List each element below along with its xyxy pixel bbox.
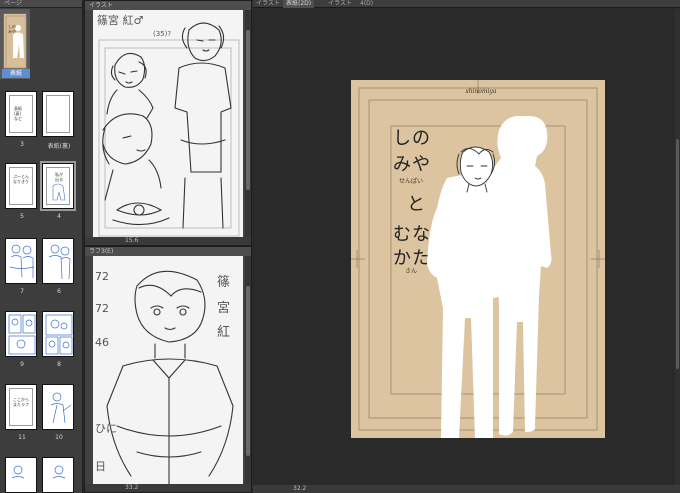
page-thumb-7[interactable] bbox=[5, 238, 37, 284]
page-list-tab[interactable]: ページ bbox=[0, 0, 82, 8]
tab-illust-2[interactable]: イラスト bbox=[325, 0, 355, 8]
svg-text:72: 72 bbox=[95, 302, 109, 315]
page-number: 9 bbox=[20, 361, 24, 368]
page-number: 10 bbox=[55, 434, 63, 441]
sub-view-bottom-scrollbar[interactable] bbox=[245, 256, 251, 484]
svg-text:日: 日 bbox=[95, 460, 106, 473]
page-list-panel[interactable]: ページ しの みや 表紙 表紙 (裏) など 3 表紙(裏) ぷーとん なりきり… bbox=[0, 0, 83, 493]
page-number: 6 bbox=[57, 288, 61, 295]
svg-text:篠: 篠 bbox=[217, 275, 230, 290]
spread-11-10[interactable]: ここから またラフ 11 10 bbox=[0, 381, 82, 446]
page-thumb-3[interactable]: 表紙 (裏) など bbox=[5, 91, 37, 137]
svg-text:ひに: ひに bbox=[95, 422, 117, 435]
svg-text:72: 72 bbox=[95, 270, 109, 283]
tab-page-4[interactable]: 4(D) bbox=[357, 0, 376, 8]
page-thumb-6[interactable] bbox=[42, 238, 74, 284]
page-thumb-12[interactable] bbox=[42, 457, 74, 493]
svg-text:篠宮 紅♂: 篠宮 紅♂ bbox=[97, 13, 143, 27]
cover-thumb-image: しの みや bbox=[3, 13, 27, 69]
page-thumb-4[interactable]: 私が 出る bbox=[42, 163, 74, 209]
figure-silhouettes bbox=[427, 116, 552, 438]
thumb-text-11: ここから またラフ bbox=[13, 397, 29, 407]
svg-text:みや: みや bbox=[8, 28, 16, 34]
app-window: ページ しの みや 表紙 表紙 (裏) など 3 表紙(裏) ぷーとん なりきり… bbox=[0, 0, 680, 493]
thumb-text-3: 表紙 (裏) など bbox=[14, 106, 22, 121]
page-thumb-8[interactable] bbox=[42, 311, 74, 357]
page-number: 8 bbox=[57, 361, 61, 368]
document-tabs: イラスト 表紙(2D) イラスト 4(D) bbox=[253, 0, 680, 8]
page-number: 表紙(裏) bbox=[47, 143, 71, 150]
thumb-text-5: ぷーとん なりきり bbox=[13, 174, 29, 184]
svg-text:紅: 紅 bbox=[217, 325, 230, 340]
character-sketch-top: 篠宮 紅♂ (35)? bbox=[97, 13, 240, 237]
page-number: 3 bbox=[20, 141, 24, 148]
page-thumb-10[interactable] bbox=[42, 384, 74, 430]
sub-view-bottom-zoom[interactable]: 33.2 bbox=[85, 484, 251, 492]
cover-label: 表紙 bbox=[2, 69, 30, 78]
main-zoom-status[interactable]: 32.2 bbox=[253, 485, 680, 493]
page-number: 4 bbox=[57, 213, 61, 220]
spread-13-12[interactable] bbox=[0, 454, 82, 493]
page-thumb-9[interactable] bbox=[5, 311, 37, 357]
character-sketch-bottom: 72 72 46 ひに 日 篠 宮 紅 bbox=[95, 270, 234, 487]
main-vertical-scrollbar[interactable] bbox=[675, 9, 680, 485]
page-thumb-2[interactable] bbox=[42, 91, 74, 137]
tab-illust-1[interactable]: イラスト bbox=[253, 0, 283, 8]
page-thumb-5[interactable]: ぷーとん なりきり bbox=[5, 163, 37, 209]
cover-thumbnail[interactable]: しの みや 表紙 bbox=[0, 9, 30, 79]
page-thumb-13[interactable] bbox=[5, 457, 37, 493]
spread-3-2[interactable]: 表紙 (裏) など 3 表紙(裏) bbox=[0, 88, 82, 153]
page-number: 11 bbox=[18, 434, 26, 441]
sub-view-top-zoom[interactable]: 15.6 bbox=[85, 237, 251, 245]
svg-text:46: 46 bbox=[95, 336, 109, 349]
spread-9-8[interactable]: 9 8 bbox=[0, 308, 82, 373]
sub-view-bottom[interactable]: ラフ3(E) 72 72 46 ひに 日 篠 宮 紅 33.2 bbox=[84, 246, 252, 493]
svg-text:(35)?: (35)? bbox=[153, 30, 171, 38]
svg-text:宮: 宮 bbox=[217, 300, 230, 316]
cover-canvas[interactable]: shinomiya しの みや せんぱい と むな かた さん bbox=[351, 80, 605, 438]
page-thumb-11[interactable]: ここから またラフ bbox=[5, 384, 37, 430]
page-number: 5 bbox=[20, 213, 24, 220]
sketch-canvas-top[interactable]: 篠宮 紅♂ (35)? bbox=[93, 10, 243, 238]
page-number: 7 bbox=[20, 288, 24, 295]
sub-view-top-scrollbar[interactable] bbox=[245, 10, 251, 237]
sub-view-bottom-title: ラフ3(E) bbox=[85, 247, 251, 256]
sub-view-top[interactable]: イラスト 篠宮 紅♂ (35)? 15.6 bbox=[84, 0, 252, 246]
tab-cover[interactable]: 表紙(2D) bbox=[283, 0, 315, 8]
sketch-canvas-bottom[interactable]: 72 72 46 ひに 日 篠 宮 紅 bbox=[93, 256, 243, 487]
spread-5-4[interactable]: ぷーとん なりきり 私が 出る 5 4 bbox=[0, 160, 82, 225]
spread-7-6[interactable]: 7 6 bbox=[0, 235, 82, 300]
main-canvas-area[interactable]: イラスト 表紙(2D) イラスト 4(D) shinomiya しの みや せん… bbox=[253, 0, 680, 493]
sub-view-top-title: イラスト bbox=[85, 1, 251, 10]
